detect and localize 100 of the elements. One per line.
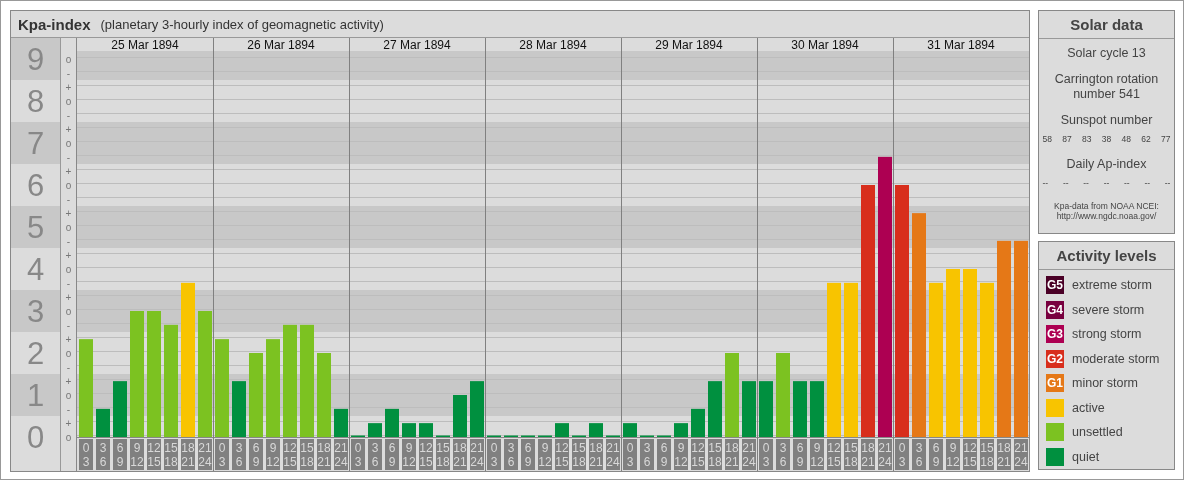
interval-label: 9 12	[810, 439, 824, 470]
kp-bar	[113, 381, 127, 437]
scale-mark: o	[65, 347, 72, 359]
interval-label: 21 24	[742, 439, 756, 470]
interval-label: 3 6	[96, 439, 110, 470]
level-label: minor storm	[1072, 376, 1138, 390]
level-label: unsettled	[1072, 425, 1123, 439]
interval-label: 12 15	[283, 439, 297, 470]
kp-bar	[334, 408, 348, 437]
ap-index-value: --	[1062, 178, 1069, 188]
scale-mark: -	[66, 235, 71, 247]
scale-mark: o	[65, 137, 72, 149]
interval-label: 18 21	[589, 439, 603, 470]
source-note: Kpa-data from NOAA NCEI:	[1054, 201, 1159, 211]
interval-label: 6 9	[657, 439, 671, 470]
source-note: http://www.ngdc.noaa.gov/	[1056, 211, 1157, 221]
level-number: 3	[26, 294, 45, 329]
scale-mark: o	[65, 221, 72, 233]
interval-label: 15 18	[436, 439, 450, 470]
interval-label: 18 21	[181, 439, 195, 470]
interval-label: 18 21	[725, 439, 739, 470]
level-badge: G4	[1046, 300, 1064, 319]
date-label: 29 Mar 1894	[655, 38, 723, 52]
interval-label: 18 21	[997, 439, 1011, 470]
scale-mark: o	[65, 179, 72, 191]
interval-label: 21 24	[1014, 439, 1028, 470]
sunspot-value: 83	[1082, 134, 1092, 144]
scale-mark: +	[65, 165, 72, 177]
level-number: 0	[26, 420, 45, 455]
kp-bar	[555, 423, 569, 437]
interval-label: 21 24	[878, 439, 892, 470]
kp-bar	[368, 423, 382, 437]
scale-mark: o	[65, 53, 72, 65]
sunspot-title: Sunspot number	[1060, 113, 1153, 128]
interval-label: 0 3	[759, 439, 773, 470]
interval-label: 9 12	[946, 439, 960, 470]
sunspot-value: 62	[1141, 134, 1151, 144]
date-label: 25 Mar 1894	[111, 38, 179, 52]
level-number: 5	[26, 210, 45, 245]
scale-mark: +	[65, 333, 72, 345]
interval-label: 15 18	[980, 439, 994, 470]
interval-label: 0 3	[215, 439, 229, 470]
scale-mark: -	[66, 277, 71, 289]
panel-title: Activity levels	[1039, 242, 1174, 270]
level-number: 9	[26, 42, 45, 77]
interval-label: 18 21	[861, 439, 875, 470]
kp-bar	[470, 381, 484, 437]
interval-label: 0 3	[487, 439, 501, 470]
level-badge: G3	[1046, 325, 1064, 343]
level-number: 2	[26, 336, 45, 371]
kp-bar	[742, 381, 756, 437]
level-number: 1	[26, 378, 45, 413]
kp-bar	[623, 423, 637, 437]
interval-label: 18 21	[453, 439, 467, 470]
interval-label: 21 24	[198, 439, 212, 470]
interval-label: 3 6	[232, 439, 246, 470]
panel-title: Solar data	[1039, 11, 1174, 39]
solar-cycle: Solar cycle 13	[1067, 46, 1146, 61]
ap-index-title: Daily Ap-index	[1066, 157, 1147, 172]
interval-label: 21 24	[606, 439, 620, 470]
kp-bar	[232, 381, 246, 437]
kp-bar	[385, 408, 399, 437]
level-label: active	[1072, 400, 1105, 415]
level-label: extreme storm	[1072, 278, 1152, 292]
scale-mark: -	[66, 67, 71, 79]
interval-label: 3 6	[776, 439, 790, 470]
sunspot-value: 77	[1161, 134, 1171, 144]
interval-label: 0 3	[79, 439, 93, 470]
interval-label: 12 15	[827, 439, 841, 470]
scale-mark: -	[66, 403, 71, 415]
kp-bar	[674, 423, 688, 437]
interval-label: 12 15	[555, 439, 569, 470]
interval-label: 9 12	[538, 439, 552, 470]
chart-title: Kpa-index	[18, 15, 91, 33]
kp-bar	[589, 423, 603, 437]
scale-mark: -	[66, 361, 71, 373]
date-label: 27 Mar 1894	[383, 38, 451, 52]
kp-bar	[708, 381, 722, 437]
ap-index-value: --	[1083, 178, 1089, 188]
ap-index-value: --	[1103, 178, 1110, 188]
interval-label: 12 15	[963, 439, 977, 470]
level-number: 7	[26, 126, 45, 161]
interval-label: 15 18	[708, 439, 722, 470]
interval-label: 21 24	[334, 439, 348, 470]
scale-mark: -	[66, 151, 71, 163]
level-number: 6	[26, 168, 45, 203]
interval-label: 15 18	[300, 439, 314, 470]
date-label: 31 Mar 1894	[927, 38, 995, 52]
scale-mark: +	[65, 375, 72, 387]
interval-label: 9 12	[266, 439, 280, 470]
level-label: severe storm	[1072, 302, 1145, 317]
level-label: moderate storm	[1072, 351, 1160, 366]
interval-label: 0 3	[623, 439, 637, 470]
interval-label: 6 9	[113, 439, 127, 470]
scale-mark: -	[66, 193, 71, 205]
interval-label: 9 12	[130, 439, 144, 470]
date-label: 26 Mar 1894	[247, 38, 315, 52]
interval-label: 3 6	[640, 439, 654, 470]
kp-bar	[691, 408, 705, 437]
scale-mark: +	[65, 123, 72, 135]
